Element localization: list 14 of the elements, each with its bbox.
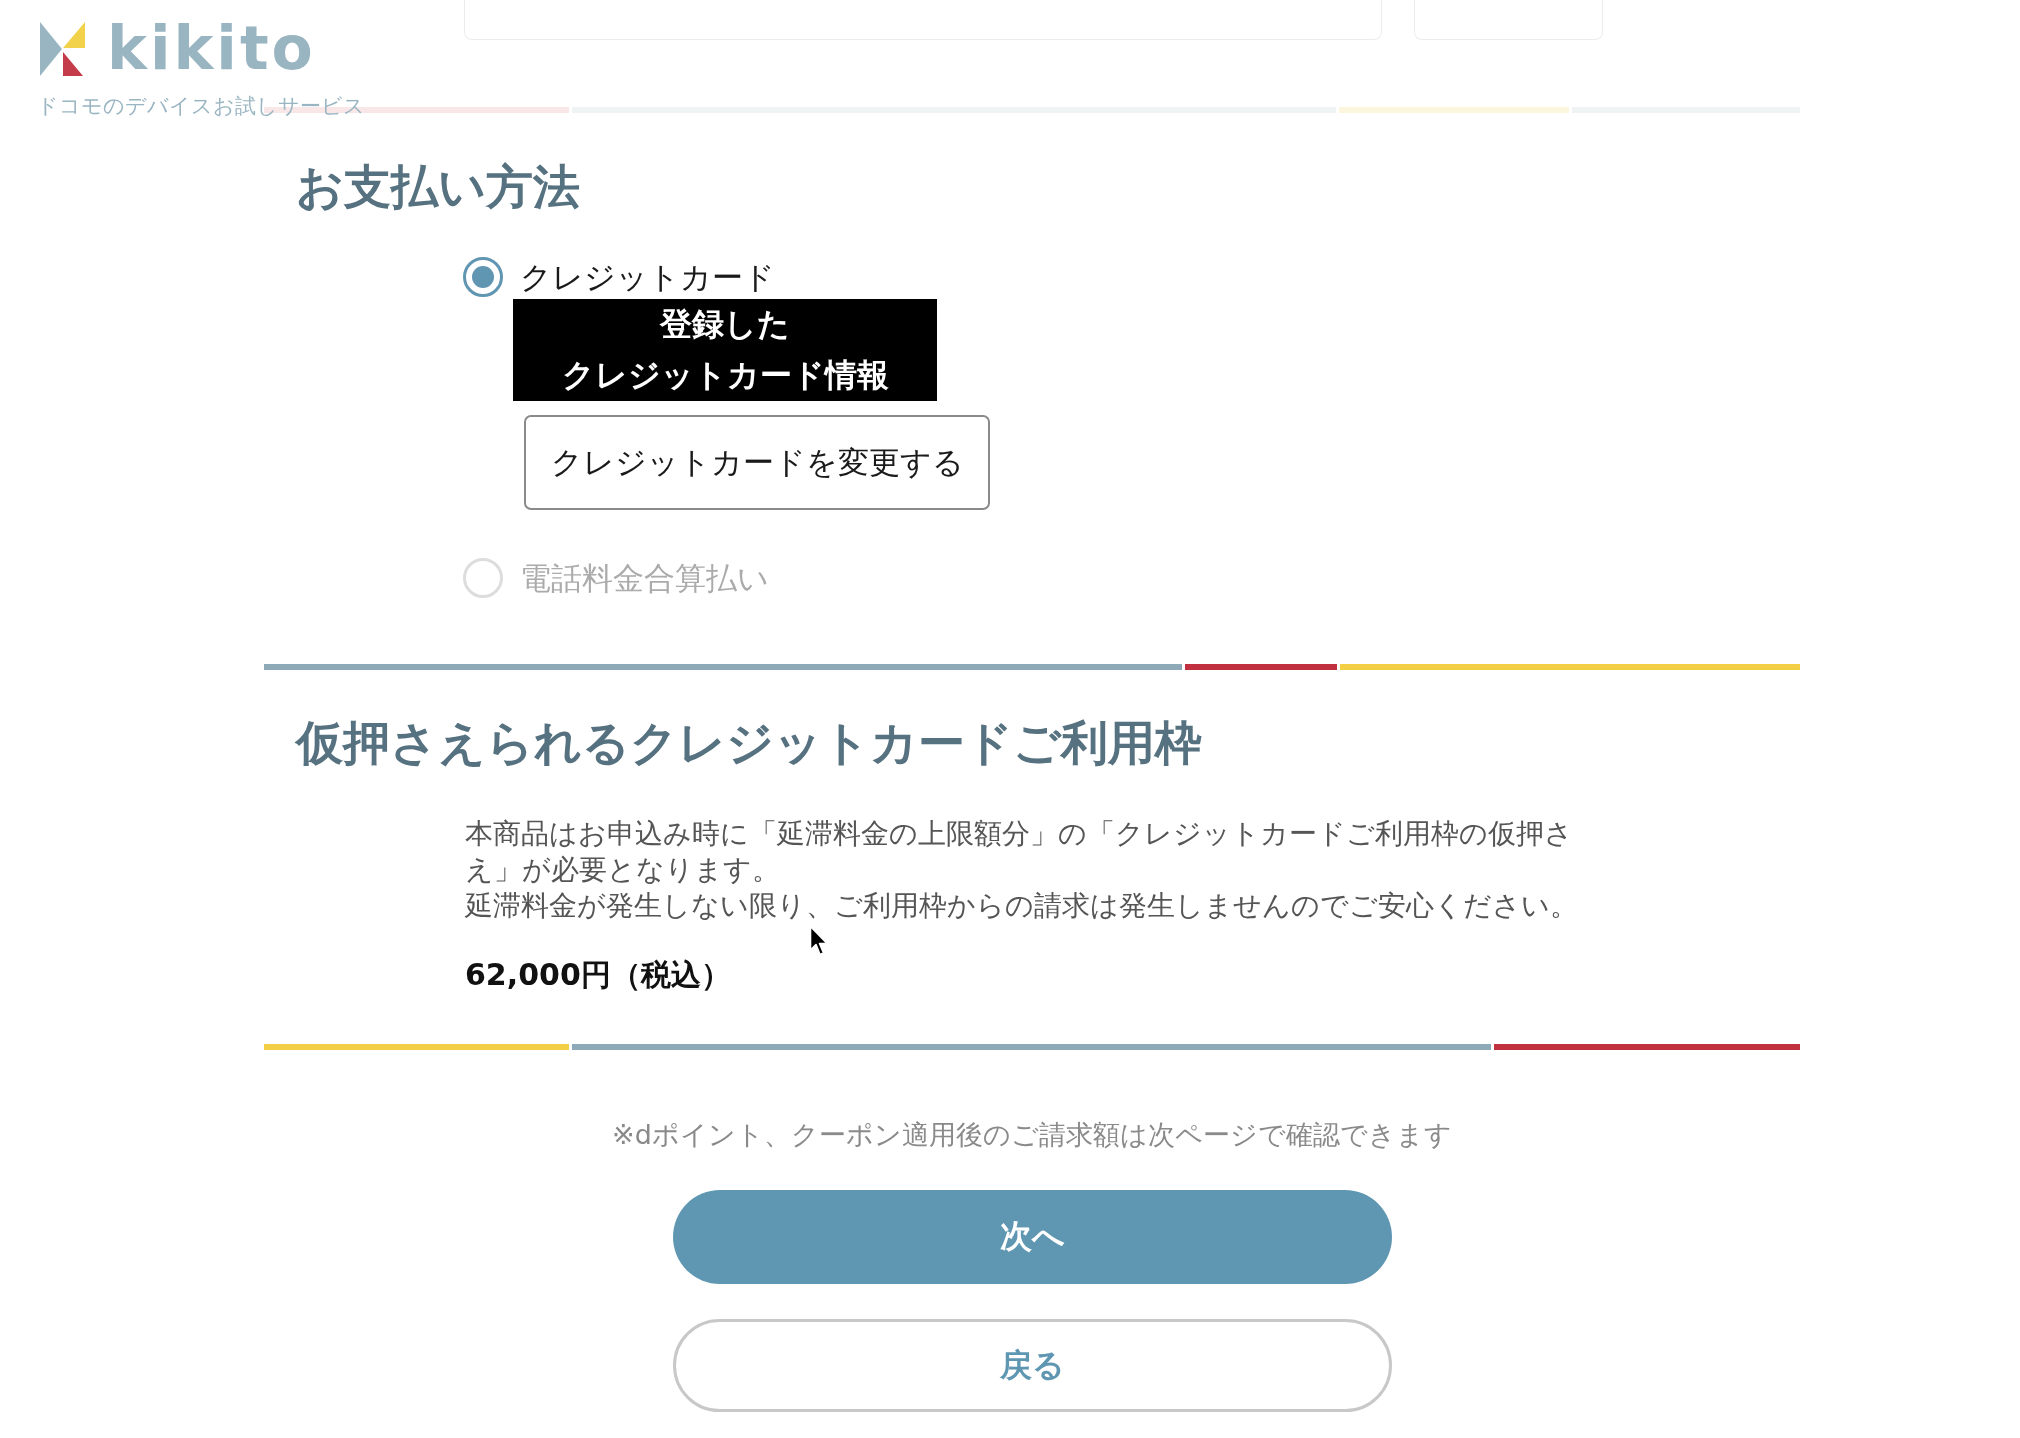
back-button[interactable]: 戻る — [672, 1319, 1392, 1412]
logo-text: kikito — [107, 20, 316, 76]
next-button[interactable]: 次へ — [672, 1190, 1392, 1284]
tagline: ドコモのデバイスお試しサービス — [37, 94, 365, 118]
logo-icon — [40, 22, 85, 76]
radio-button[interactable] — [463, 257, 503, 297]
description-text: 本商品はお申込み時に「延滞料金の上限額分」の「クレジットカードご利用枠の仮押さえ」が必要となります。 延滞料金が発生しない限り、ご利用枠からの請求は発生しませんのでご安心ください。 — [465, 816, 1579, 923]
section-heading: お支払い方法 — [296, 158, 580, 216]
section-heading: 仮押さえられるクレジットカードご利用枠 — [296, 714, 1202, 772]
radio-label[interactable]: クレジットカード — [520, 257, 775, 297]
change-card-button[interactable]: クレジットカードを変更する — [524, 415, 990, 510]
amount-text: 62,000円（税込） — [465, 956, 731, 994]
note-text: ※dポイント、クーポン適用後のご請求額は次ページで確認できます — [612, 1118, 1452, 1152]
registered-card-label: 登録した クレジットカード情報 — [513, 299, 937, 401]
